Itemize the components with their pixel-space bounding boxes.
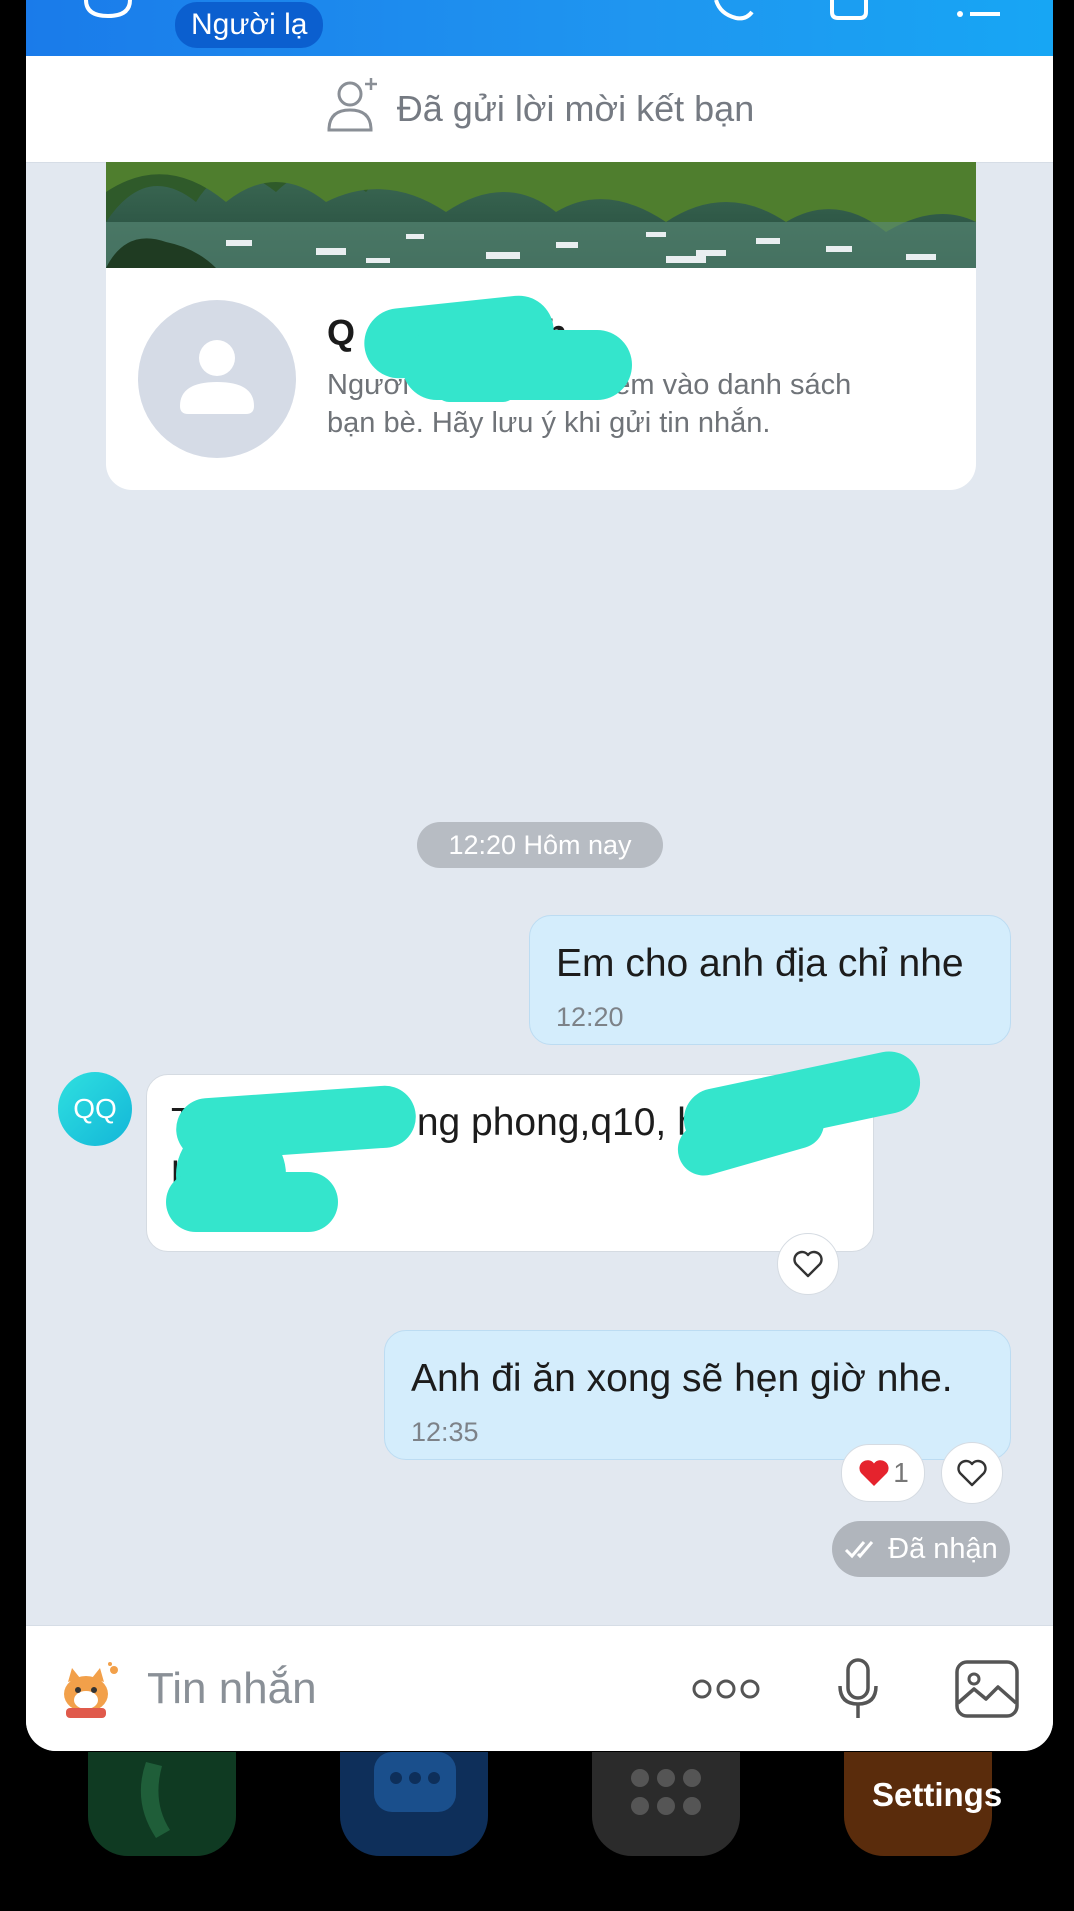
redaction-mark xyxy=(436,376,516,402)
image-icon[interactable] xyxy=(954,1626,1020,1751)
double-check-icon xyxy=(845,1541,874,1559)
delivery-status-badge: Đã nhận xyxy=(832,1521,1010,1577)
heart-filled-icon xyxy=(859,1460,889,1486)
phone-app-icon[interactable] xyxy=(88,1752,236,1856)
react-button[interactable] xyxy=(941,1442,1003,1504)
video-call-icon[interactable] xyxy=(826,0,886,56)
messages-app-icon[interactable] xyxy=(340,1752,488,1856)
chat-window: Người lạ Đã gửi lời mời kết bạn Q Người … xyxy=(26,0,1053,1751)
friend-request-status: Đã gửi lời mời kết bạn xyxy=(396,88,755,129)
react-button[interactable] xyxy=(777,1233,839,1295)
date-separator: 12:20 Hôm nay xyxy=(417,822,663,868)
add-friend-icon xyxy=(325,76,383,143)
friend-request-banner: Đã gửi lời mời kết bạn xyxy=(26,56,1053,163)
redaction-mark xyxy=(166,1172,338,1232)
message-input[interactable]: Tin nhắn xyxy=(147,1626,317,1751)
reaction-summary[interactable]: 1 xyxy=(841,1444,925,1502)
message-bubble-outgoing[interactable]: Em cho anh địa chỉ nhe 12:20 xyxy=(529,915,1011,1045)
apps-drawer-icon[interactable] xyxy=(592,1752,740,1856)
message-time: 12:20 xyxy=(556,1002,624,1032)
message-time: 12:35 xyxy=(411,1417,479,1447)
message-text: Em cho anh địa chỉ nhe xyxy=(556,942,964,985)
sticker-icon[interactable] xyxy=(56,1626,122,1751)
menu-icon[interactable] xyxy=(952,0,1012,56)
heart-outline-icon xyxy=(957,1459,987,1487)
heart-outline-icon xyxy=(793,1250,823,1278)
phone-icon[interactable] xyxy=(706,0,766,56)
message-text: Anh đi ăn xong sẽ hẹn giờ nhe. xyxy=(411,1357,953,1400)
profile-avatar[interactable] xyxy=(138,300,296,458)
sender-avatar[interactable]: QQ xyxy=(58,1072,132,1146)
chat-bubble-icon[interactable] xyxy=(80,0,140,56)
stranger-badge: Người lạ xyxy=(175,2,324,48)
reaction-count: 1 xyxy=(893,1457,909,1488)
message-bubble-outgoing[interactable]: Anh đi ăn xong sẽ hẹn giờ nhe. 12:35 xyxy=(384,1330,1011,1460)
message-composer: Tin nhắn xyxy=(26,1625,1053,1751)
more-icon[interactable] xyxy=(690,1626,762,1751)
profile-card[interactable]: Qh Ngườiđược thêm vào danh sách bạn bè. … xyxy=(106,162,976,490)
chat-header: Người lạ xyxy=(26,0,1053,56)
microphone-icon[interactable] xyxy=(836,1626,880,1751)
delivery-status-text: Đã nhận xyxy=(888,1532,998,1565)
cover-photo xyxy=(106,162,976,268)
settings-app-label: Settings xyxy=(872,1776,1003,1813)
